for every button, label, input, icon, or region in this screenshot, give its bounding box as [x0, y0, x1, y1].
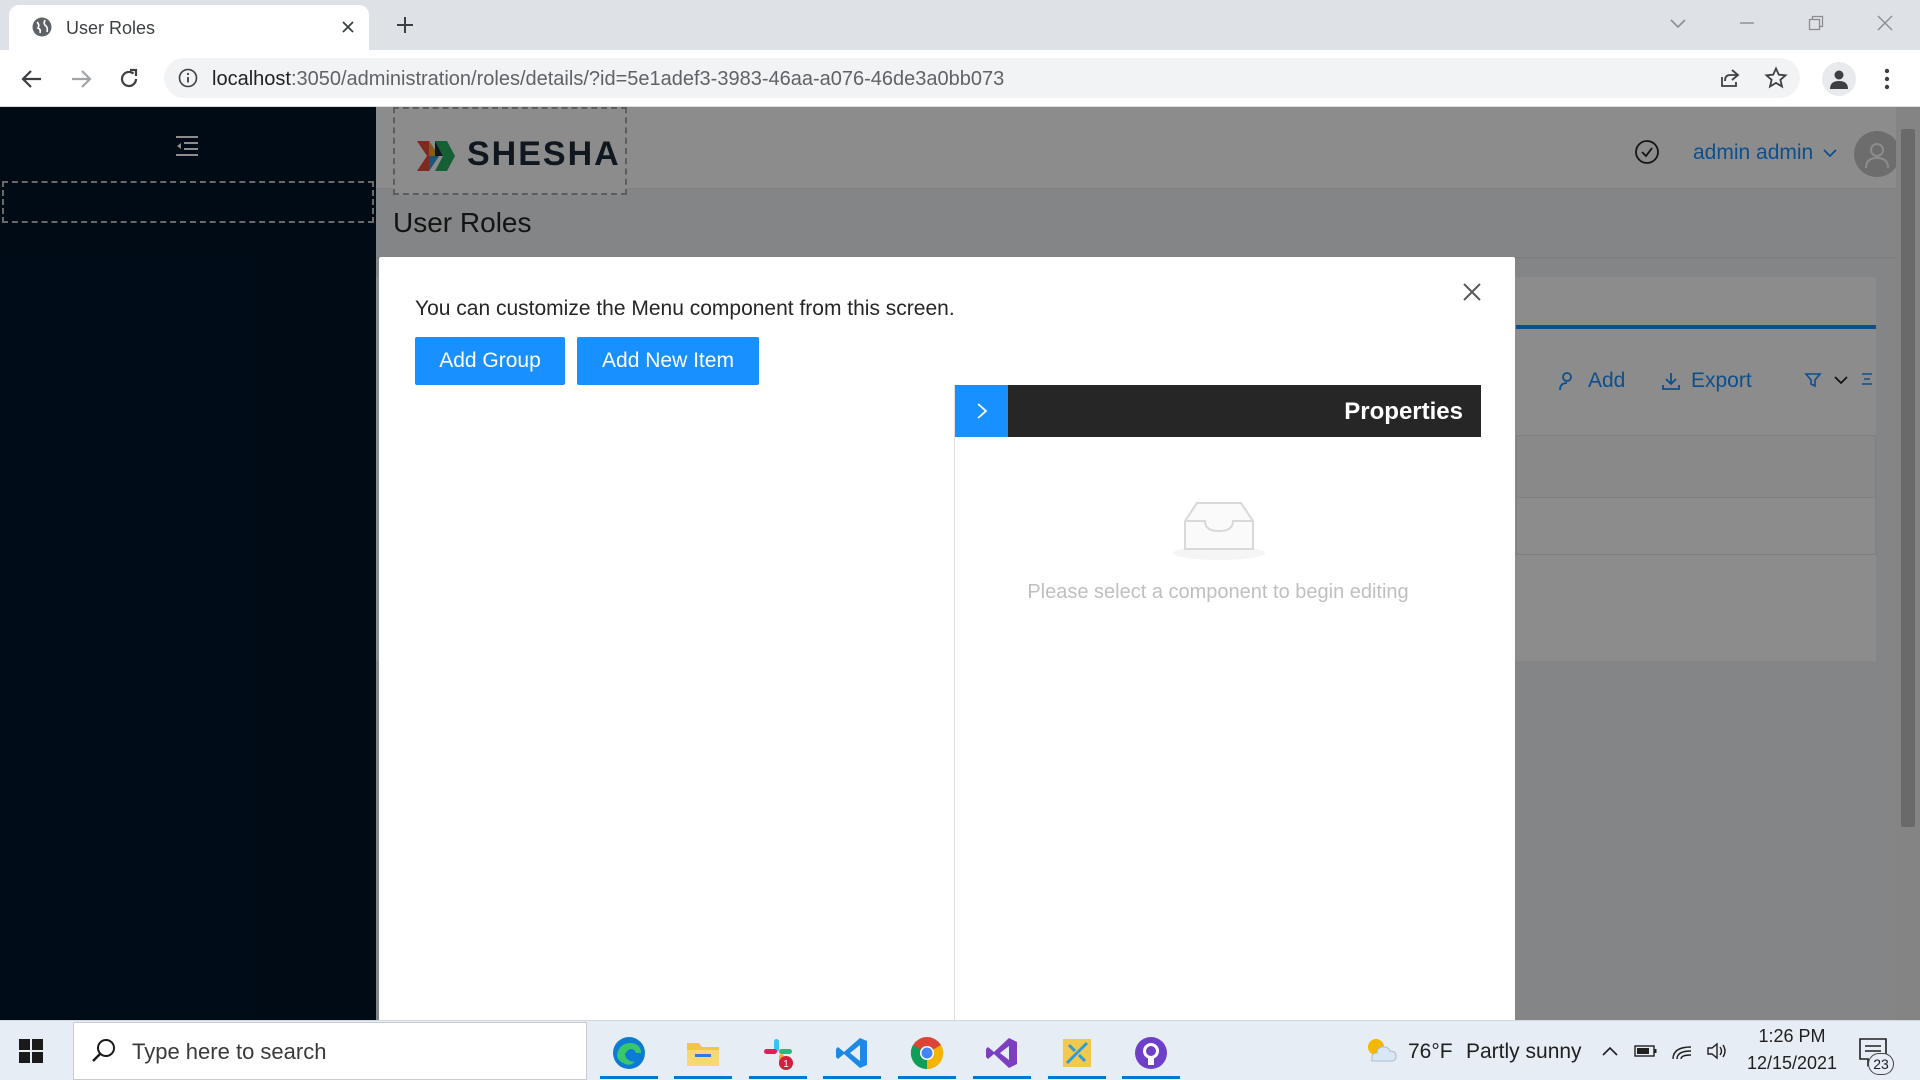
browser-tab[interactable]: User Roles: [9, 5, 369, 50]
active-indicator: [1048, 1076, 1106, 1079]
chevron-right-icon: [976, 403, 987, 419]
new-tab-button[interactable]: [392, 12, 418, 38]
url-text: localhost:3050/administration/roles/deta…: [212, 68, 1004, 91]
taskbar-app-other[interactable]: [1048, 1027, 1106, 1079]
add-new-item-button[interactable]: Add New Item: [577, 337, 759, 385]
visual-studio-icon: [986, 1038, 1017, 1068]
add-group-button[interactable]: Add Group: [415, 337, 565, 385]
taskbar-app-chrome[interactable]: [898, 1027, 956, 1079]
active-indicator: [823, 1076, 881, 1079]
browser-menu-button[interactable]: [1872, 64, 1902, 94]
properties-title: Properties: [1344, 398, 1463, 425]
plus-icon: [397, 17, 413, 33]
taskbar-app-file-explorer[interactable]: [674, 1027, 732, 1079]
address-bar: localhost:3050/administration/roles/deta…: [0, 50, 1920, 107]
properties-header: Properties: [955, 385, 1481, 437]
taskbar-search-input[interactable]: Type here to search: [73, 1022, 587, 1080]
chevron-up-icon: [1602, 1046, 1618, 1056]
arrow-left-icon: [21, 70, 41, 88]
taskbar-app-github-desktop[interactable]: [1122, 1027, 1180, 1079]
restore-icon: [1808, 15, 1824, 31]
star-icon[interactable]: [1764, 66, 1788, 90]
clock-time[interactable]: 1:26 PM: [1752, 1026, 1832, 1047]
browser-tab-strip: User Roles: [0, 0, 1920, 50]
properties-panel: Properties Please select a component to …: [954, 385, 1481, 1020]
app-icon: [1063, 1039, 1091, 1067]
edge-icon: [613, 1037, 645, 1069]
close-icon: [342, 21, 354, 33]
search-icon: [92, 1039, 115, 1062]
empty-inbox-icon: [1173, 502, 1265, 560]
menu-config-modal: You can customize the Menu component fro…: [379, 257, 1515, 1020]
file-explorer-icon: [687, 1043, 719, 1066]
close-icon: [1877, 15, 1893, 31]
notification-count-badge: 23: [1868, 1053, 1894, 1075]
url-input[interactable]: localhost:3050/administration/roles/deta…: [164, 58, 1800, 98]
globe-icon: [32, 17, 52, 37]
active-indicator: [973, 1076, 1031, 1079]
network-button[interactable]: [1670, 1039, 1694, 1063]
arrow-right-icon: [72, 70, 92, 88]
battery-icon: [1634, 1045, 1657, 1057]
clock-date[interactable]: 12/15/2021: [1740, 1053, 1844, 1074]
info-icon[interactable]: [178, 68, 198, 88]
search-placeholder: Type here to search: [132, 1039, 327, 1064]
chevron-down-icon: [1670, 19, 1686, 29]
speaker-icon: [1707, 1042, 1726, 1060]
user-icon: [1830, 70, 1848, 89]
volume-button[interactable]: [1706, 1039, 1730, 1063]
tab-title: User Roles: [66, 18, 156, 38]
windows-start-icon[interactable]: [18, 1038, 44, 1064]
active-indicator: [749, 1076, 807, 1079]
wifi-icon: [1672, 1046, 1692, 1060]
properties-empty-text: Please select a component to begin editi…: [1027, 581, 1409, 603]
vscode-icon: [836, 1038, 867, 1068]
close-window-button[interactable]: [1870, 8, 1900, 38]
restore-button[interactable]: [1801, 8, 1831, 38]
active-indicator: [674, 1076, 732, 1079]
slack-badge: 1: [783, 1059, 789, 1070]
back-button[interactable]: [17, 64, 47, 94]
windows-taskbar: Type here to search 1 76°F Partly sunny …: [0, 1020, 1920, 1080]
url-path: :3050/administration/roles/details/?id=5…: [290, 68, 1005, 90]
reload-button[interactable]: [114, 64, 144, 94]
minimize-button[interactable]: [1732, 8, 1762, 38]
taskbar-app-slack[interactable]: 1: [749, 1027, 807, 1079]
forward-button[interactable]: [66, 64, 96, 94]
app-viewport: SHESHA admin admin User Roles Add Export: [0, 107, 1920, 1020]
more-vertical-icon: [1884, 68, 1890, 90]
taskbar-app-vscode[interactable]: [823, 1027, 881, 1079]
weather-temperature: 76°F: [1408, 1040, 1453, 1063]
profile-button[interactable]: [1822, 62, 1856, 96]
reload-icon: [120, 68, 138, 88]
active-indicator: [1122, 1076, 1180, 1079]
share-icon[interactable]: [1718, 66, 1742, 90]
tab-search-button[interactable]: [1663, 8, 1693, 38]
minimize-icon: [1740, 22, 1754, 24]
partly-sunny-icon[interactable]: [1362, 1035, 1398, 1065]
modal-description: You can customize the Menu component fro…: [415, 297, 955, 320]
github-desktop-icon: [1135, 1037, 1167, 1069]
active-indicator: [600, 1076, 658, 1079]
show-hidden-icons-button[interactable]: [1598, 1039, 1622, 1063]
taskbar-app-visual-studio[interactable]: [973, 1027, 1031, 1079]
modal-close-button[interactable]: [1457, 277, 1487, 307]
active-indicator: [898, 1076, 956, 1079]
slack-icon: 1: [764, 1039, 793, 1070]
properties-toggle-button[interactable]: [955, 385, 1008, 437]
taskbar-app-edge[interactable]: [600, 1027, 658, 1079]
battery-button[interactable]: [1634, 1039, 1658, 1063]
close-icon: [1463, 283, 1481, 301]
url-host: localhost: [212, 68, 291, 90]
weather-condition: Partly sunny: [1466, 1040, 1582, 1063]
close-tab-button[interactable]: [335, 14, 361, 40]
chrome-icon: [910, 1037, 944, 1070]
